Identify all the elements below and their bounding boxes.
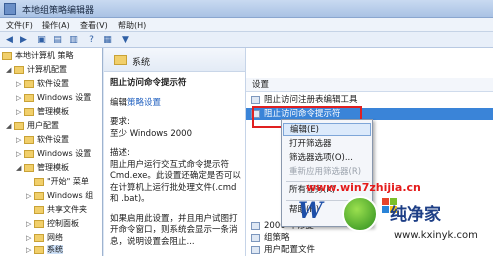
description-text: 阻止用户运行交互式命令提示符 Cmd.exe。此设置还确定是否可以在计算机上运行… — [110, 159, 241, 205]
policy-setting-icon — [251, 96, 260, 104]
column-header-setting[interactable]: 设置 — [246, 78, 493, 92]
up-folder-icon[interactable]: ▣ — [35, 34, 48, 46]
forward-arrow-icon[interactable]: ▶ — [17, 34, 30, 46]
folder-icon — [251, 246, 260, 254]
folder-icon — [24, 163, 34, 172]
folder-icon — [24, 93, 34, 102]
menu-help[interactable]: 帮助(H) — [118, 20, 146, 31]
tree-item-shared-folders[interactable]: 共享文件夹 — [26, 204, 87, 216]
filter-icon[interactable]: ▼ — [119, 34, 132, 46]
folder-icon — [24, 107, 34, 116]
menu-item-edit[interactable]: 编辑(E) — [283, 123, 371, 136]
expand-arrow-icon[interactable]: ▷ — [16, 134, 24, 146]
folder-icon — [34, 177, 44, 186]
tree-item-system[interactable]: ▷ 系统 — [26, 244, 63, 256]
description-body: 阻止访问命令提示符 编辑策略设置 要求: 至少 Windows 2000 描述:… — [110, 78, 242, 248]
show-hide-tree-icon[interactable]: ▤ — [51, 34, 64, 46]
menu-item-filter-options[interactable]: 筛选器选项(O)... — [283, 152, 371, 165]
back-arrow-icon[interactable]: ◀ — [3, 34, 16, 46]
expand-arrow-icon[interactable]: ▷ — [26, 244, 34, 256]
folder-header: 系统 — [104, 48, 245, 72]
collapse-arrow-icon[interactable]: ◢ — [16, 162, 24, 174]
description-label: 描述: — [110, 148, 130, 158]
description-text-2: 如果启用此设置，并且用户试图打开命令窗口，则系统会显示一条消息，说明设置会阻止.… — [110, 213, 238, 247]
menu-view[interactable]: 查看(V) — [80, 20, 108, 31]
folder-icon — [34, 219, 44, 228]
menu-item-reapply-filter: 重新应用筛选器(R) — [289, 167, 362, 177]
tree-item-computer-config[interactable]: ◢ 计算机配置 — [6, 64, 67, 76]
folder-icon — [24, 79, 34, 88]
expand-arrow-icon[interactable]: ▷ — [26, 218, 34, 230]
folder-icon — [251, 234, 260, 242]
folder-icon — [24, 149, 34, 158]
title-bar: 本地组策略编辑器 — [0, 0, 493, 18]
window-title: 本地组策略编辑器 — [22, 6, 95, 16]
tree-item-windows-components[interactable]: ▷ Windows 组 — [26, 190, 93, 202]
edit-policy-link[interactable]: 策略设置 — [127, 98, 161, 108]
expand-arrow-icon[interactable]: ▷ — [16, 106, 24, 118]
site-logo: W 纯净家 www.kxinyk.com — [290, 194, 493, 256]
expand-arrow-icon[interactable]: ▷ — [26, 190, 34, 202]
expand-arrow-icon[interactable]: ▷ — [16, 78, 24, 90]
tree-item-network[interactable]: ▷ 网络 — [26, 232, 63, 244]
folder-icon — [114, 55, 127, 65]
folder-icon — [251, 222, 260, 230]
tree-item-user-admin[interactable]: ◢ 管理模板 — [16, 162, 69, 174]
tree-item-admin-templates[interactable]: ▷ 管理模板 — [16, 106, 69, 118]
menu-item-open-filter[interactable]: 打开筛选器 — [283, 138, 371, 151]
tree-item-user-software[interactable]: ▷ 软件设置 — [16, 134, 69, 146]
tree-item-user-config[interactable]: ◢ 用户配置 — [6, 120, 59, 132]
list-item[interactable]: 阻止访问注册表编辑工具 — [246, 94, 493, 106]
folder-icon — [14, 121, 24, 130]
folder-title: 系统 — [132, 58, 151, 68]
setting-title: 阻止访问命令提示符 — [110, 78, 187, 88]
menu-file[interactable]: 文件(F) — [6, 20, 33, 31]
folder-icon — [34, 245, 44, 254]
green-orb-icon — [342, 196, 378, 232]
description-pane: 系统 阻止访问命令提示符 编辑策略设置 要求: 至少 Windows 2000 … — [104, 48, 245, 256]
folder-icon — [34, 233, 44, 242]
edit-prefix: 编辑 — [110, 97, 128, 108]
tree-item-start-menu[interactable]: "开始" 菜单 — [26, 176, 89, 188]
folder-icon — [34, 205, 44, 214]
folder-icon — [24, 135, 34, 144]
tree-item-root[interactable]: 本地计算机 策略 — [2, 50, 74, 62]
tree-item-control-panel[interactable]: ▷ 控制面板 — [26, 218, 79, 230]
collapse-arrow-icon[interactable]: ◢ — [6, 64, 14, 76]
requirement-label: 要求: — [110, 117, 130, 127]
collapse-arrow-icon[interactable]: ◢ — [6, 120, 14, 132]
requirement-value: 至少 Windows 2000 — [110, 128, 192, 139]
tree-pane: 本地计算机 策略 ◢ 计算机配置 ▷ 软件设置 ▷ Windows 设置 ▷ 管理模板 … — [0, 48, 103, 256]
menu-action[interactable]: 操作(A) — [42, 20, 70, 31]
brand-name: 纯净家 — [390, 205, 441, 225]
export-list-icon[interactable]: ▥ — [67, 34, 80, 46]
tree-item-windows-settings[interactable]: ▷ Windows 设置 — [16, 92, 91, 104]
folder-icon — [34, 191, 44, 200]
expand-arrow-icon[interactable]: ▷ — [26, 232, 34, 244]
toolbar: ◀ ▶ ▣ ▤ ▥ ? ▦ ▼ — [0, 32, 493, 48]
menu-bar: 文件(F) 操作(A) 查看(V) 帮助(H) — [0, 18, 493, 32]
expand-arrow-icon[interactable]: ▷ — [16, 92, 24, 104]
tree-item-software-settings[interactable]: ▷ 软件设置 — [16, 78, 69, 90]
brand-url: www.kxinyk.com — [394, 230, 478, 241]
tree-item-user-windows[interactable]: ▷ Windows 设置 — [16, 148, 91, 160]
windows-w-logo: W — [298, 198, 323, 224]
properties-icon[interactable]: ▦ — [101, 34, 114, 46]
folder-icon — [14, 65, 24, 74]
app-icon — [4, 3, 16, 15]
help-icon[interactable]: ? — [85, 34, 98, 46]
watermark-text: www.win7zhijia.cn — [306, 181, 421, 194]
computer-icon — [2, 51, 12, 60]
expand-arrow-icon[interactable]: ▷ — [16, 148, 24, 160]
